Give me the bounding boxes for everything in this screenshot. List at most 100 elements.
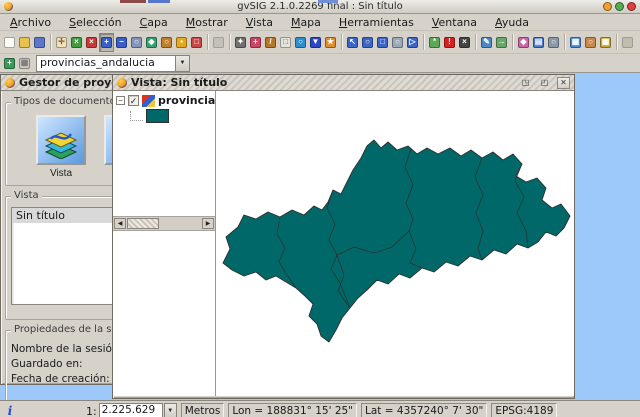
zoom-previous-button[interactable]: ○ [129, 33, 144, 52]
select-by-point-button[interactable]: ↖ [345, 33, 360, 52]
document-type-vista-label: Vista [33, 168, 89, 179]
screen-artifact [120, 0, 146, 3]
select-by-circle-button[interactable]: ○ [390, 33, 405, 52]
legend-color-swatch [146, 109, 169, 123]
gazetteer-button[interactable]: ★ [323, 33, 338, 52]
toc-horizontal-scrollbar[interactable]: ◀ ▶ [113, 216, 215, 231]
scale-input[interactable]: 2.225.629 [99, 403, 163, 417]
layer-toolbar-icons: +▦ [2, 54, 32, 73]
export-document-button[interactable]: → [494, 33, 509, 52]
view-minimize-button[interactable]: ◳ [519, 77, 532, 89]
add-event-layer-button[interactable]: + [248, 33, 263, 52]
zoom-document-button[interactable]: ○ [546, 33, 561, 52]
centre-view-button[interactable]: ✦ [233, 33, 248, 52]
select-by-polygon-button[interactable]: ▷ [405, 33, 420, 52]
maximize-button[interactable] [615, 2, 624, 11]
zoom-layer-icon: ◆ [146, 37, 157, 48]
add-layer-button[interactable]: + [2, 54, 17, 73]
info-icon: i [4, 404, 16, 417]
select-by-rect-icon: □ [377, 37, 388, 48]
view-window: Vista: Sin título ◳ ◰ ✕ − ✓ provincias_a… [112, 74, 575, 399]
toolbar-separator [512, 34, 513, 50]
document-preview-button[interactable]: ▤ [531, 33, 546, 52]
layer-name: provincias_andalucia [158, 94, 215, 107]
edit-layer-button[interactable]: ✎ [479, 33, 494, 52]
show-table-icon: ▦ [570, 37, 581, 48]
menu-item-ayuda[interactable]: Ayuda [493, 15, 531, 30]
locator-setup-icon: ▦ [19, 58, 30, 69]
layer-visibility-checkbox[interactable]: ✓ [128, 95, 139, 106]
clipboard-icon [622, 37, 633, 48]
layer-info-button[interactable] [211, 33, 226, 52]
tree-collapse-icon[interactable]: − [116, 96, 125, 105]
menu-item-capa[interactable]: Capa [138, 15, 170, 30]
document-type-vista-button[interactable]: Vista [33, 115, 89, 179]
menu-item-archivo[interactable]: Archivo [8, 15, 53, 30]
layer-legend-row[interactable] [113, 108, 215, 123]
zoom-layer-button[interactable]: ◆ [144, 33, 159, 52]
tools-button[interactable]: × [457, 33, 472, 52]
globe-button[interactable]: ○ [293, 33, 308, 52]
title-bar: gvSIG 2.1.0.2269 final : Sin título [0, 0, 640, 14]
layer-combo-dropdown-button[interactable]: ▼ [175, 56, 189, 71]
clipboard-button[interactable] [620, 33, 635, 52]
select-by-rect-button[interactable]: □ [375, 33, 390, 52]
zoom-back-icon: × [86, 37, 97, 48]
zoom-selection-button[interactable]: ○ [159, 33, 174, 52]
scroll-left-icon[interactable]: ◀ [114, 218, 126, 229]
geoprocessing-button[interactable]: * [427, 33, 442, 52]
select-by-lasso-icon: ○ [362, 37, 373, 48]
scrollbar-thumb[interactable] [127, 218, 159, 229]
zoom-in-button[interactable]: + [99, 33, 114, 52]
scale-dropdown-button[interactable]: ▼ [164, 403, 177, 417]
filter-icon: ▼ [310, 37, 321, 48]
view-window-title-bar[interactable]: Vista: Sin título ◳ ◰ ✕ [113, 75, 574, 91]
menu-item-herramientas[interactable]: Herramientas [337, 15, 416, 30]
pan-selection-button[interactable]: ▪ [174, 33, 189, 52]
epsg-indicator[interactable]: EPSG:4189 [491, 403, 557, 417]
view-close-button[interactable]: ✕ [557, 77, 570, 89]
select-by-lasso-button[interactable]: ○ [360, 33, 375, 52]
layer-info-icon [213, 37, 224, 48]
menu-item-seleccion[interactable]: Selección [67, 15, 123, 30]
error-console-icon: ! [444, 37, 455, 48]
minimize-button[interactable] [603, 2, 612, 11]
zoom-extents-button[interactable]: × [69, 33, 84, 52]
pan-button[interactable]: ✛ [54, 33, 69, 52]
map-canvas[interactable] [216, 91, 574, 396]
zoom-in-icon: + [101, 37, 112, 48]
locator-setup-button[interactable]: ▦ [17, 54, 32, 73]
filter-button[interactable]: ▼ [308, 33, 323, 52]
toolbar-separator [475, 34, 476, 50]
error-console-button[interactable]: ! [442, 33, 457, 52]
toolbar-separator [207, 34, 208, 50]
symbology-button[interactable]: ◆ [516, 33, 531, 52]
show-table-button[interactable]: ▦ [568, 33, 583, 52]
layer-combo[interactable]: provincias_andalucia ▼ [36, 55, 190, 72]
add-event-layer-icon: + [250, 37, 261, 48]
layer-combo-value: provincias_andalucia [37, 56, 175, 71]
menu-item-ventana[interactable]: Ventana [430, 15, 479, 30]
open-project-button[interactable] [17, 33, 32, 52]
menu-item-mapa[interactable]: Mapa [289, 15, 323, 30]
scroll-right-icon[interactable]: ▶ [202, 218, 214, 229]
export-document-icon: → [496, 37, 507, 48]
measure-distance-button[interactable]: / [263, 33, 278, 52]
property-label: Fecha de creación: [11, 373, 121, 385]
zoom-out-button[interactable]: − [114, 33, 129, 52]
property-label: Guardado en: [11, 358, 121, 370]
tree-connector [130, 111, 143, 121]
attribute-table-button[interactable]: ▦ [598, 33, 613, 52]
menu-item-mostrar[interactable]: Mostrar [184, 15, 230, 30]
measure-area-button[interactable]: □ [278, 33, 293, 52]
close-button[interactable] [627, 2, 636, 11]
zoom-manager-button[interactable]: □ [189, 33, 204, 52]
layer-tree-node[interactable]: − ✓ provincias_andalucia [113, 93, 215, 108]
zoom-back-button[interactable]: × [84, 33, 99, 52]
view-window-title: Vista: Sin título [131, 76, 513, 89]
view-maximize-button[interactable]: ◰ [538, 77, 551, 89]
save-project-button[interactable] [32, 33, 47, 52]
search-button[interactable]: ○ [583, 33, 598, 52]
menu-item-vista[interactable]: Vista [244, 15, 275, 30]
new-document-button[interactable] [2, 33, 17, 52]
